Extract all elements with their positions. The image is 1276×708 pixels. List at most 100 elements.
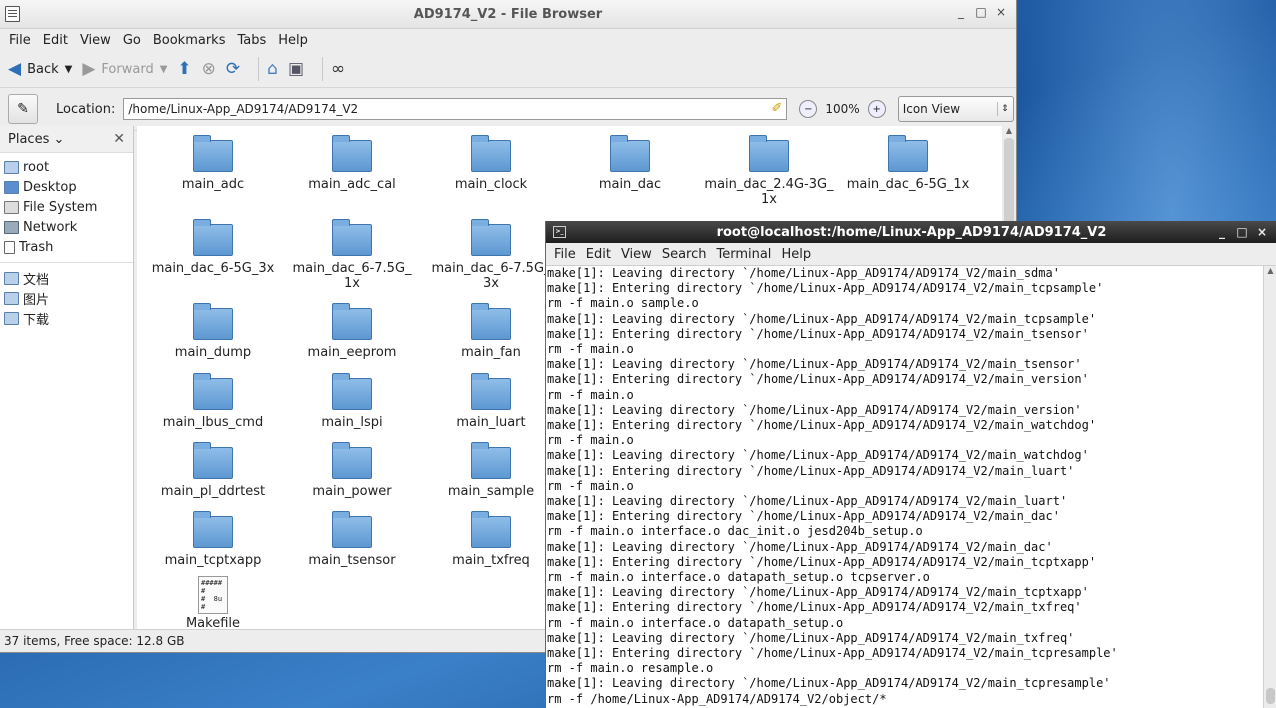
folder-item[interactable]: main_dac bbox=[560, 130, 700, 192]
folder-item[interactable]: main_dac_6-5G_3x bbox=[143, 214, 283, 276]
folder-icon bbox=[4, 291, 19, 305]
menu-file[interactable]: File bbox=[4, 33, 36, 48]
trash-icon bbox=[4, 240, 15, 254]
terminal-line: make[1]: Entering directory `/home/Linux… bbox=[547, 600, 1082, 615]
reload-icon[interactable]: ⟳ bbox=[226, 60, 240, 78]
item-label: main_dac_6-5G_1x bbox=[846, 177, 970, 192]
sidebar-item-file-system[interactable]: File System bbox=[0, 197, 133, 217]
terminal-line: rm -f main.o bbox=[547, 433, 634, 448]
chevron-down-icon[interactable]: ▼ bbox=[65, 64, 73, 75]
item-label: main_dump bbox=[174, 345, 252, 360]
home-folder-icon[interactable]: ⌂ bbox=[267, 60, 278, 78]
terminal-scrollbar[interactable]: ▲ bbox=[1263, 266, 1276, 708]
item-label: main_dac bbox=[598, 177, 662, 192]
folder-item[interactable]: main_pl_ddrtest bbox=[143, 437, 283, 499]
sidebar-item-documents[interactable]: 文档 bbox=[0, 268, 133, 288]
folder-item[interactable]: main_dump bbox=[143, 298, 283, 360]
dropdown-arrows-icon: ⇕ bbox=[997, 102, 1009, 116]
sidebar-item-desktop[interactable]: Desktop bbox=[0, 177, 133, 197]
menu-tabs[interactable]: Tabs bbox=[232, 33, 271, 48]
folder-icon bbox=[332, 303, 372, 340]
folder-item[interactable]: main_tcptxapp bbox=[143, 506, 283, 568]
folder-item[interactable]: main_tsensor bbox=[282, 506, 422, 568]
close-button[interactable]: × bbox=[994, 5, 1008, 19]
close-button[interactable]: × bbox=[1255, 225, 1269, 239]
folder-item[interactable]: main_adc bbox=[143, 130, 283, 192]
places-dropdown[interactable]: Places ⌄ bbox=[8, 132, 64, 147]
sidebar-item-downloads[interactable]: 下载 bbox=[0, 308, 133, 328]
clear-location-icon[interactable]: ✐ bbox=[771, 101, 782, 116]
menu-view[interactable]: View bbox=[75, 33, 116, 48]
item-label: main_luart bbox=[456, 415, 526, 430]
terminal-menu-file[interactable]: File bbox=[550, 247, 580, 262]
sidebar-item-label: Desktop bbox=[23, 179, 77, 195]
terminal-line: make[1]: Entering directory `/home/Linux… bbox=[547, 646, 1118, 661]
item-label: main_dac_6-7.5G_ 1x bbox=[292, 261, 412, 291]
sidebar-item-label: 下载 bbox=[23, 312, 50, 328]
chevron-down-icon[interactable]: ▼ bbox=[160, 64, 168, 75]
file-browser-titlebar[interactable]: AD9174_V2 - File Browser _ □ × bbox=[0, 0, 1016, 29]
terminal-line: make[1]: Leaving directory `/home/Linux-… bbox=[547, 448, 1089, 463]
terminal-titlebar[interactable]: >_ root@localhost:/home/Linux-App_AD9174… bbox=[546, 221, 1276, 243]
folder-item[interactable]: main_adc_cal bbox=[282, 130, 422, 192]
terminal-menu-search[interactable]: Search bbox=[658, 247, 711, 262]
computer-icon[interactable]: ▣ bbox=[288, 60, 304, 78]
folder-item[interactable]: main_fan bbox=[421, 298, 561, 360]
folder-item[interactable]: main_dac_6-5G_1x bbox=[838, 130, 978, 192]
terminal-line: make[1]: Leaving directory `/home/Linux-… bbox=[547, 539, 1053, 554]
up-arrow-icon[interactable]: ⬆ bbox=[177, 60, 191, 78]
scrollbar-thumb[interactable] bbox=[1266, 688, 1275, 704]
terminal-window-icon: >_ bbox=[553, 226, 566, 238]
close-sidebar-icon[interactable]: ✕ bbox=[113, 131, 125, 147]
view-mode-select[interactable]: Icon View ⇕ bbox=[897, 96, 1014, 122]
folder-item[interactable]: main_lspi bbox=[282, 368, 422, 430]
folder-item[interactable]: main_dac_6-7.5G_ 1x bbox=[282, 214, 422, 291]
terminal-menu-edit[interactable]: Edit bbox=[582, 247, 615, 262]
sidebar-item-root[interactable]: root bbox=[0, 157, 133, 177]
maximize-button[interactable]: □ bbox=[974, 5, 988, 19]
terminal-line: make[1]: Entering directory `/home/Linux… bbox=[547, 281, 1104, 296]
scroll-up-arrow-icon[interactable]: ▲ bbox=[1002, 126, 1016, 138]
folder-item[interactable]: main_luart bbox=[421, 368, 561, 430]
folder-item[interactable]: main_dac_2.4G-3G_ 1x bbox=[699, 130, 839, 207]
folder-item[interactable]: main_sample bbox=[421, 437, 561, 499]
forward-button[interactable]: ▶ Forward ▼ bbox=[82, 60, 168, 78]
sidebar-item-trash[interactable]: Trash bbox=[0, 237, 133, 257]
file-item[interactable]: ##### # # 8u # Makefile bbox=[143, 572, 283, 629]
terminal-title: root@localhost:/home/Linux-App_AD9174/AD… bbox=[716, 224, 1107, 240]
folder-item[interactable]: main_eeprom bbox=[282, 298, 422, 360]
folder-item[interactable]: main_power bbox=[282, 437, 422, 499]
terminal-output[interactable]: make[1]: Leaving directory `/home/Linux-… bbox=[547, 266, 1263, 708]
zoom-in-icon[interactable]: + bbox=[867, 100, 886, 118]
location-input[interactable]: /home/Linux-App_AD9174/AD9174_V2 ✐ bbox=[123, 98, 788, 120]
menu-edit[interactable]: Edit bbox=[38, 33, 73, 48]
folder-icon bbox=[610, 135, 650, 172]
zoom-out-icon[interactable]: − bbox=[799, 100, 818, 118]
maximize-button[interactable]: □ bbox=[1235, 225, 1249, 239]
search-binoculars-icon[interactable]: ∞ bbox=[331, 60, 345, 78]
scroll-up-arrow-icon[interactable]: ▲ bbox=[1264, 266, 1276, 275]
menu-help[interactable]: Help bbox=[273, 33, 313, 48]
sidebar-item-label: 图片 bbox=[23, 292, 50, 308]
terminal-line: make[1]: Entering directory `/home/Linux… bbox=[547, 554, 1097, 569]
file-browser-toolbar: ◀ Back ▼ ▶ Forward ▼ ⬆ ⊗ ⟳ ⌂ ▣ ∞ bbox=[0, 51, 1016, 88]
folder-item[interactable]: main_clock bbox=[421, 130, 561, 192]
sidebar-item-pictures[interactable]: 图片 bbox=[0, 288, 133, 308]
back-button[interactable]: ◀ Back ▼ bbox=[8, 60, 73, 78]
terminal-line: make[1]: Entering directory `/home/Linux… bbox=[547, 418, 1097, 433]
sidebar-item-network[interactable]: Network bbox=[0, 217, 133, 237]
menu-go[interactable]: Go bbox=[118, 33, 146, 48]
terminal-menu-help[interactable]: Help bbox=[777, 247, 815, 262]
folder-icon bbox=[193, 511, 233, 548]
folder-item[interactable]: main_dac_6-7.5G_ 3x bbox=[421, 214, 561, 291]
location-toggle-icon[interactable]: ✎ bbox=[8, 94, 38, 124]
stop-icon[interactable]: ⊗ bbox=[202, 60, 216, 78]
terminal-menu-terminal[interactable]: Terminal bbox=[712, 247, 775, 262]
menu-bookmarks[interactable]: Bookmarks bbox=[148, 33, 231, 48]
folder-item[interactable]: main_lbus_cmd bbox=[143, 368, 283, 430]
minimize-button[interactable]: _ bbox=[1215, 225, 1229, 239]
terminal-menu-view[interactable]: View bbox=[617, 247, 656, 262]
scrollbar-thumb[interactable] bbox=[1004, 138, 1014, 228]
minimize-button[interactable]: _ bbox=[954, 5, 968, 19]
folder-item[interactable]: main_txfreq bbox=[421, 506, 561, 568]
